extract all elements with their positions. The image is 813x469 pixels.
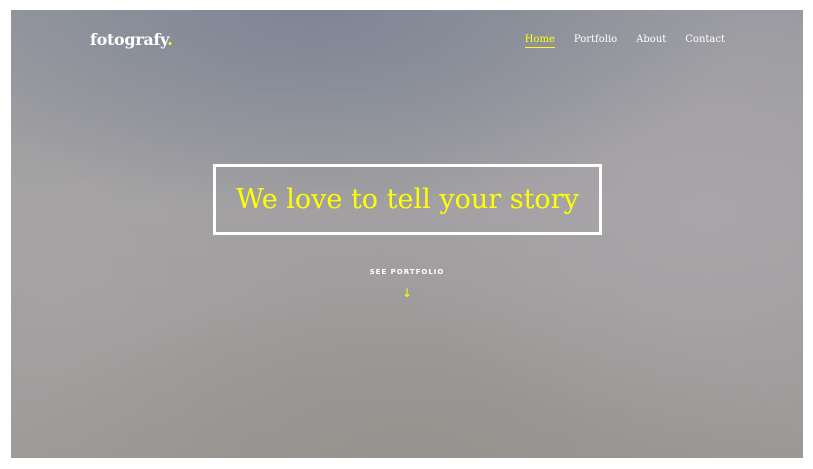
- main-nav: Home Portfolio About Contact: [524, 34, 725, 48]
- hero-section: fotografy. Home Portfolio About Contact …: [11, 10, 803, 458]
- logo-text: fotografy: [90, 30, 168, 49]
- nav-item-portfolio[interactable]: Portfolio: [574, 34, 617, 48]
- logo-dot: .: [167, 30, 173, 49]
- hero-title: We love to tell your story: [236, 184, 579, 215]
- nav-item-about[interactable]: About: [636, 34, 666, 48]
- hero-title-box: We love to tell your story: [213, 164, 602, 235]
- see-portfolio-link[interactable]: SEE PORTFOLIO: [11, 268, 803, 276]
- site-logo[interactable]: fotografy.: [90, 30, 173, 49]
- nav-item-contact[interactable]: Contact: [685, 34, 725, 48]
- arrow-down-icon[interactable]: ↓: [11, 286, 803, 300]
- nav-item-home[interactable]: Home: [524, 34, 555, 48]
